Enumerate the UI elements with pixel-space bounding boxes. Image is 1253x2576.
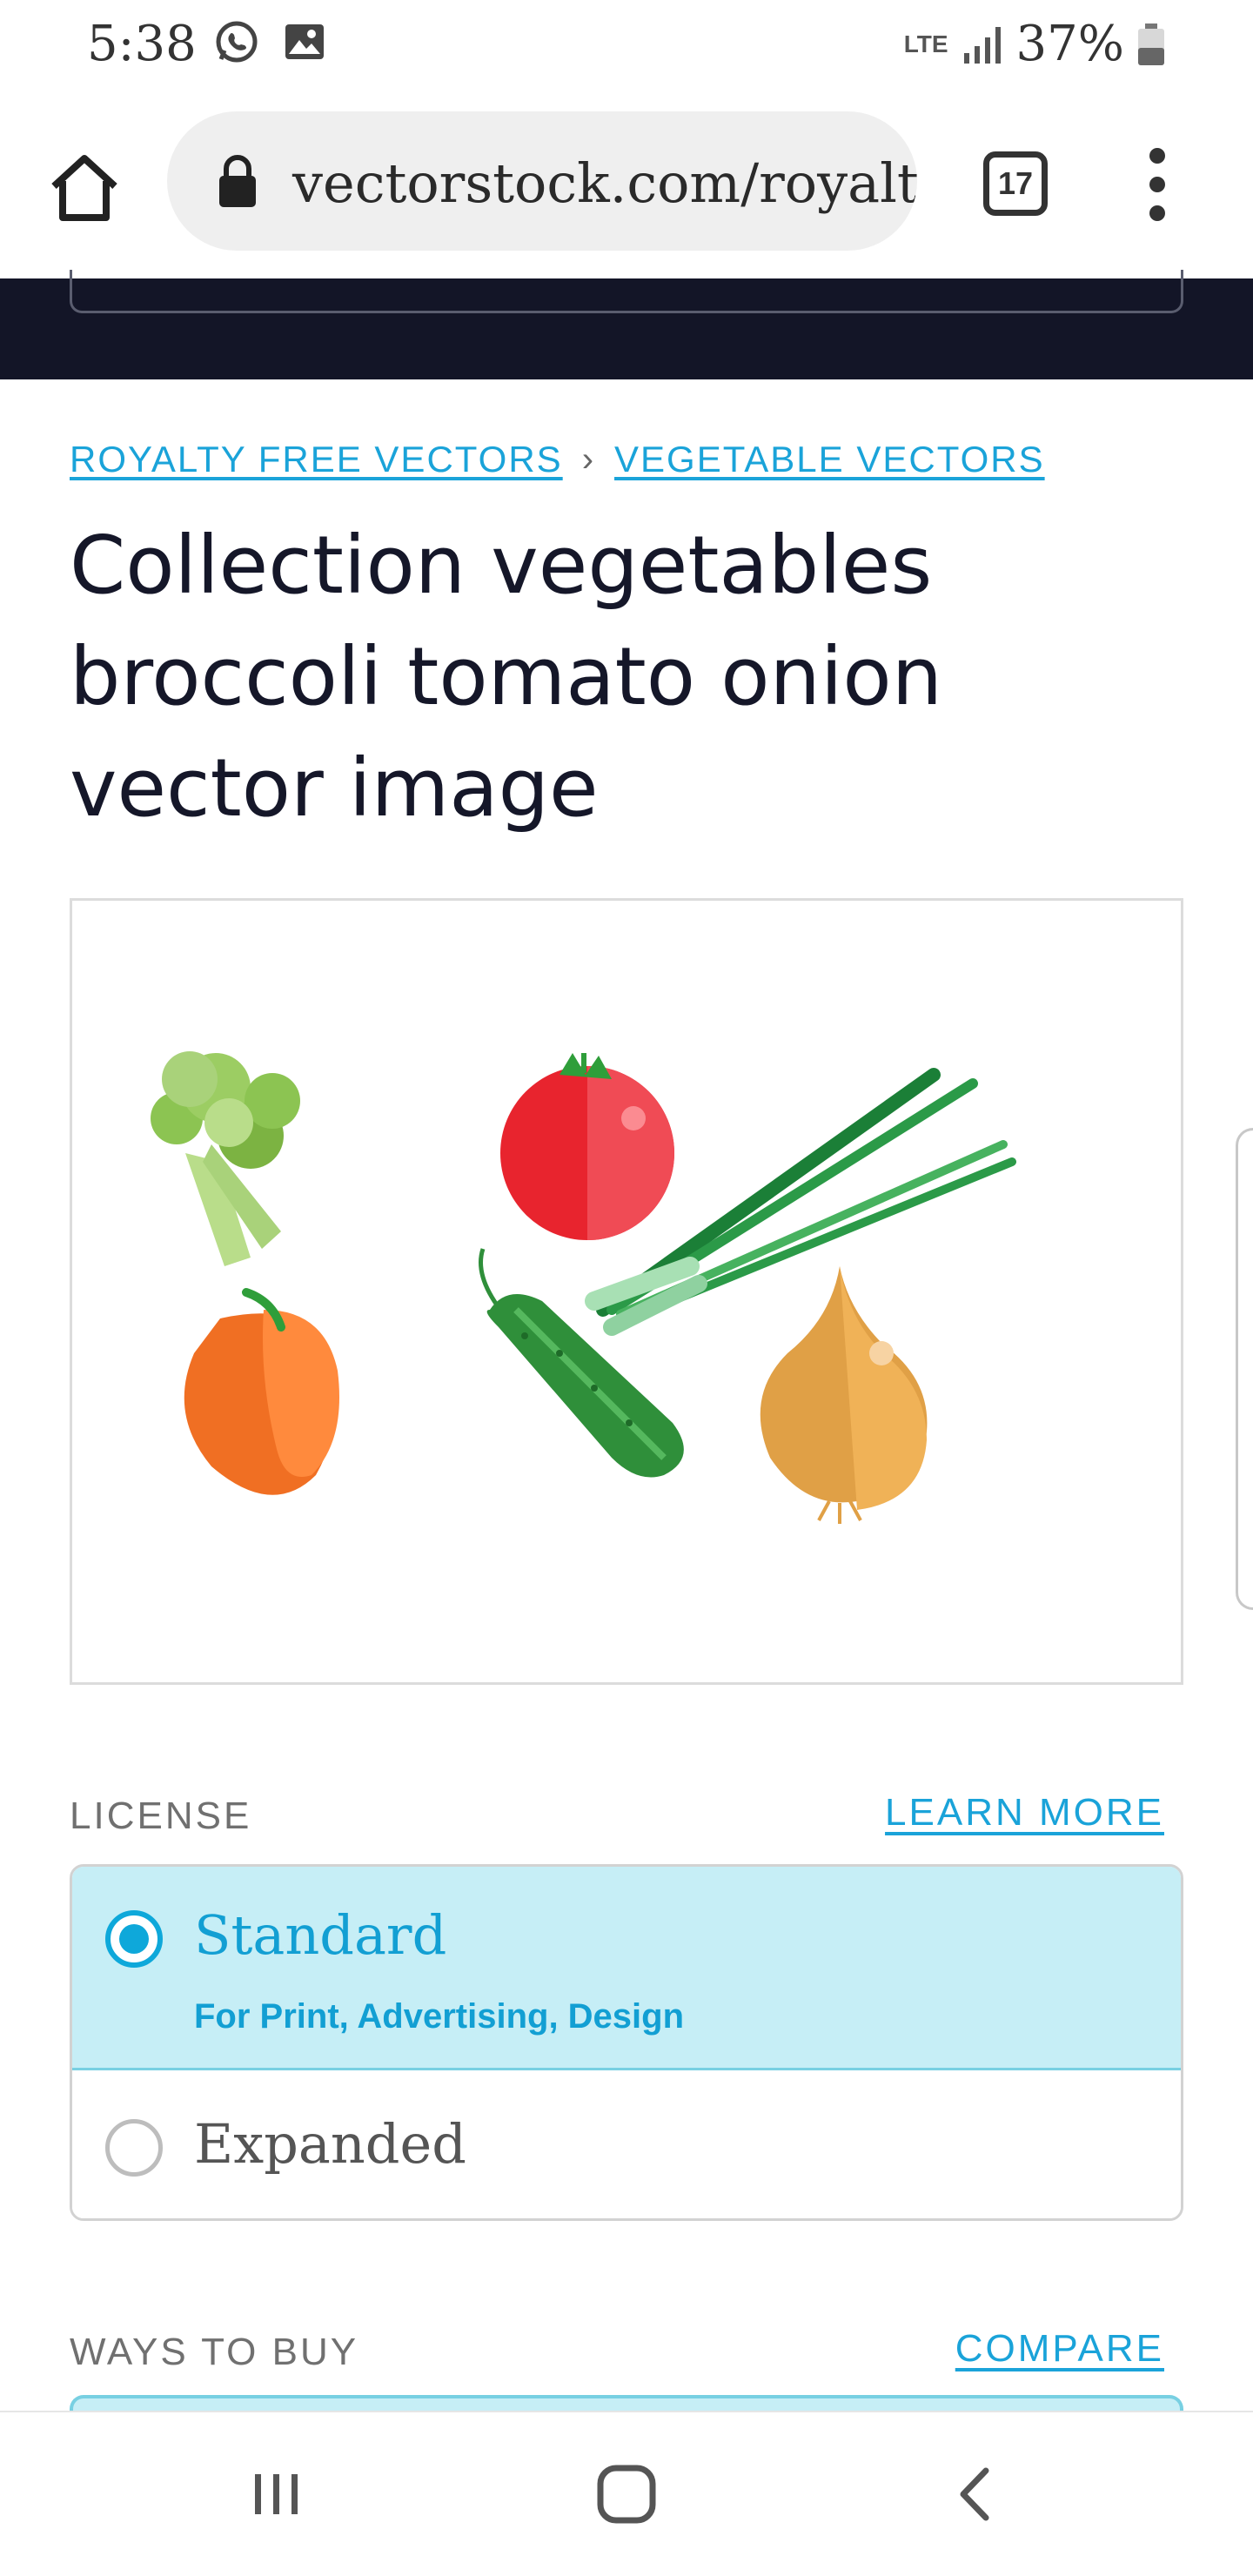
breadcrumb-separator: › bbox=[581, 439, 596, 479]
status-time: 5:38 bbox=[87, 16, 197, 72]
recents-icon[interactable] bbox=[233, 2451, 320, 2538]
lock-icon bbox=[219, 155, 256, 207]
status-bar: 5:38 LTE 37% bbox=[0, 0, 1253, 87]
page-title: Collection vegetables broccoli tomato on… bbox=[70, 519, 943, 835]
ways-to-buy-label: WAYS TO BUY bbox=[70, 2331, 359, 2373]
breadcrumb: ROYALTY FREE VECTORS › VEGETABLE VECTORS bbox=[70, 439, 1045, 480]
license-option-standard[interactable]: Standard For Print, Advertising, Design bbox=[72, 1867, 1181, 2070]
radio-selected-icon[interactable] bbox=[105, 1910, 163, 1968]
breadcrumb-vegetable[interactable]: VEGETABLE VECTORS bbox=[614, 439, 1045, 480]
vegetables-illustration bbox=[151, 1051, 1016, 1524]
more-vert-icon[interactable] bbox=[1140, 148, 1175, 221]
license-options: Standard For Print, Advertising, Design … bbox=[70, 1864, 1183, 2221]
whatsapp-icon bbox=[216, 21, 258, 63]
license-expanded-title: Expanded bbox=[194, 2112, 466, 2176]
site-header bbox=[0, 270, 1253, 379]
network-type: LTE bbox=[903, 30, 948, 57]
radio-unselected-icon[interactable] bbox=[105, 2119, 163, 2177]
home-icon[interactable] bbox=[45, 148, 124, 226]
compare-link[interactable]: COMPARE bbox=[955, 2327, 1164, 2371]
license-standard-subtitle: For Print, Advertising, Design bbox=[194, 1997, 685, 2036]
breadcrumb-royalty-free[interactable]: ROYALTY FREE VECTORS bbox=[70, 439, 563, 480]
url-bar[interactable]: vectorstock.com/royalty bbox=[167, 111, 917, 251]
side-panel-handle[interactable] bbox=[1236, 1128, 1253, 1610]
battery-icon bbox=[1138, 23, 1164, 65]
gallery-icon bbox=[285, 24, 324, 59]
license-label: LICENSE bbox=[70, 1794, 252, 1837]
license-standard-title: Standard bbox=[194, 1903, 447, 1967]
url-text: vectorstock.com/royalty bbox=[292, 151, 917, 215]
tomato-illustration bbox=[500, 1053, 674, 1240]
bell-pepper-illustration bbox=[184, 1288, 339, 1495]
signal-icon bbox=[963, 26, 1001, 64]
license-option-expanded[interactable]: Expanded bbox=[72, 2070, 1181, 2218]
battery-percent: 37% bbox=[1015, 16, 1124, 72]
status-indicators: LTE 37% bbox=[904, 16, 1166, 72]
site-search-box[interactable] bbox=[70, 270, 1183, 313]
learn-more-link[interactable]: LEARN MORE bbox=[885, 1791, 1164, 1835]
vector-preview-image[interactable] bbox=[70, 898, 1183, 1685]
system-nav-bar bbox=[0, 2411, 1253, 2576]
back-icon[interactable] bbox=[933, 2451, 1020, 2538]
broccoli-illustration bbox=[151, 1051, 300, 1266]
onion-illustration bbox=[760, 1266, 928, 1524]
nav-home-icon[interactable] bbox=[583, 2451, 670, 2538]
browser-toolbar: vectorstock.com/royalty 17 bbox=[0, 87, 1253, 278]
tab-switcher-button[interactable]: 17 bbox=[983, 151, 1048, 216]
